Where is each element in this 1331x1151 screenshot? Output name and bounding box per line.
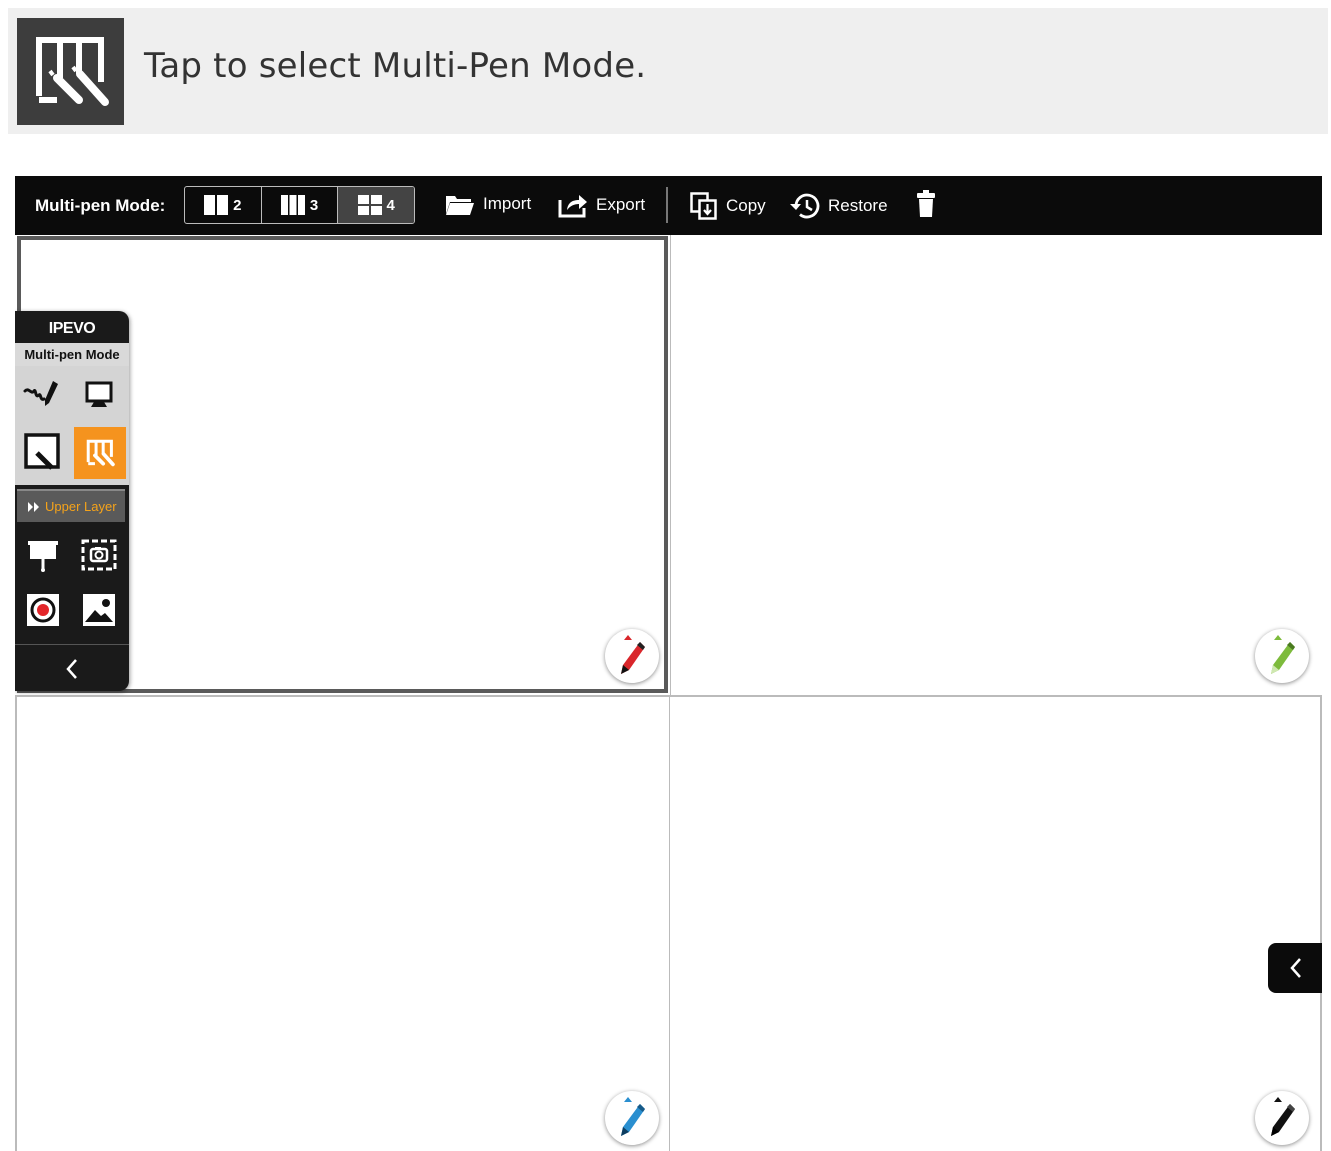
multi-pen-mode-icon: [17, 18, 124, 125]
record-icon: [27, 594, 59, 626]
split-4-button[interactable]: 4: [338, 187, 414, 223]
toolbar-divider: [666, 187, 668, 223]
whiteboard-mode-button[interactable]: [18, 427, 68, 477]
side-panel: IPEVO Multi-pen Mode Upper Layer: [15, 311, 129, 691]
gallery-button[interactable]: [74, 585, 124, 635]
app-window: Multi-pen Mode: 2 3 4 Import Export Copy…: [15, 176, 1322, 1151]
brand-logo: IPEVO: [48, 320, 96, 337]
side-mode-label: Multi-pen Mode: [15, 343, 129, 366]
export-label: Export: [596, 195, 646, 214]
export-button[interactable]: Export: [558, 192, 645, 218]
canvas-pane-bottom-left[interactable]: [15, 695, 670, 1151]
pen-button-top-right[interactable]: [1255, 629, 1309, 683]
pen-button-top-left[interactable]: [605, 629, 659, 683]
four-grid-icon: [357, 195, 382, 215]
handwriting-pen-icon: [23, 381, 58, 406]
pen-black-icon: [1271, 1097, 1295, 1136]
history-icon: [790, 193, 820, 219]
chevron-left-icon: [66, 658, 77, 679]
split-3-button[interactable]: 3: [262, 187, 339, 223]
split-2-button[interactable]: 2: [185, 187, 262, 223]
pen-button-bottom-left[interactable]: [605, 1091, 659, 1145]
trash-icon: [917, 190, 935, 217]
whiteboard-icon: [24, 433, 60, 470]
split-2-label: 2: [233, 196, 242, 214]
presentation-button[interactable]: [18, 530, 68, 580]
image-icon: [83, 594, 115, 626]
restore-button[interactable]: Restore: [788, 192, 888, 220]
pen-red-icon: [621, 635, 645, 674]
import-button[interactable]: Import: [445, 192, 531, 216]
multi-pen-mode-button[interactable]: [74, 427, 126, 479]
screen-capture-button[interactable]: [74, 530, 124, 580]
capture-camera-icon: [81, 539, 117, 571]
expand-right-panel-button[interactable]: [1268, 943, 1322, 993]
split-3-label: 3: [309, 196, 319, 214]
upper-layer-button[interactable]: Upper Layer: [17, 489, 125, 522]
split-selector: 2 3 4: [184, 186, 415, 224]
two-column-icon: [204, 195, 229, 215]
chevron-left-icon: [1290, 958, 1301, 978]
canvas-pane-bottom-right[interactable]: [670, 695, 1322, 1151]
copy-button[interactable]: Copy: [690, 192, 766, 220]
pen-green-icon: [1271, 635, 1295, 674]
canvas-pane-top-right[interactable]: [670, 235, 1321, 696]
restore-label: Restore: [828, 196, 888, 215]
multi-pen-mode-icon: [86, 439, 115, 467]
mode-grid: [15, 366, 129, 485]
upper-layer-label: Upper Layer: [45, 499, 117, 514]
three-column-icon: [280, 195, 305, 215]
folder-icon: [446, 196, 474, 215]
toolbar: Multi-pen Mode: 2 3 4 Import Export Copy…: [15, 176, 1322, 235]
annotation-mode-button[interactable]: [18, 370, 68, 420]
pen-button-bottom-right[interactable]: [1255, 1091, 1309, 1145]
mode-label: Multi-pen Mode:: [35, 196, 166, 215]
collapse-panel-button[interactable]: [15, 644, 129, 691]
copy-icon: [690, 192, 717, 220]
import-label: Import: [483, 194, 532, 213]
delete-button[interactable]: [916, 190, 936, 218]
double-chevron-right-icon: [28, 501, 39, 512]
desktop-mode-button[interactable]: [74, 370, 124, 420]
instruction-text: Tap to select Multi-Pen Mode.: [144, 46, 647, 86]
pen-blue-icon: [621, 1097, 645, 1136]
record-button[interactable]: [18, 585, 68, 635]
projector-screen-icon: [28, 541, 58, 572]
copy-label: Copy: [726, 196, 766, 215]
split-4-label: 4: [386, 196, 395, 214]
monitor-icon: [85, 381, 113, 407]
export-icon: [558, 195, 587, 218]
